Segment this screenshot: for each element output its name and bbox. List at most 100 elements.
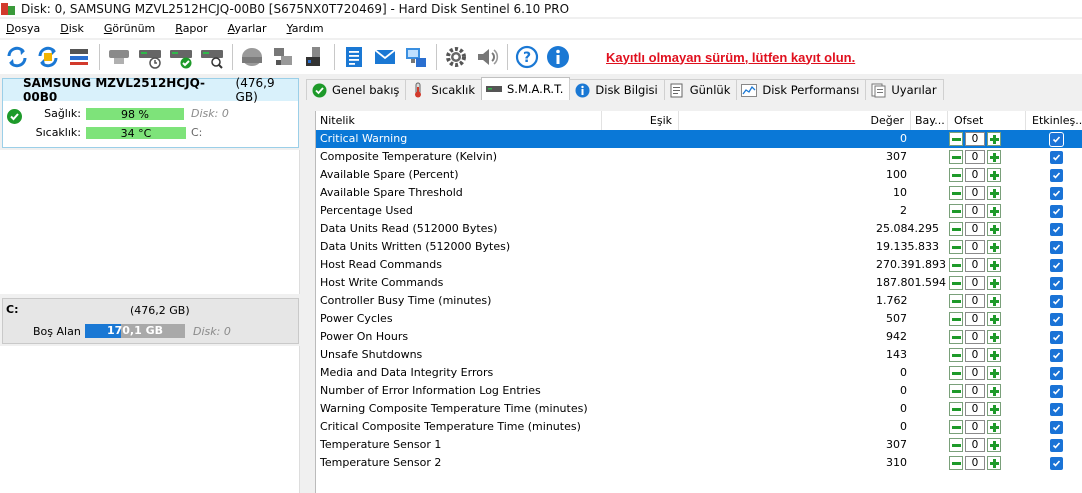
tab-overview[interactable]: Genel bakış <box>306 79 407 100</box>
tab-alerts[interactable]: Uyarılar <box>865 79 944 100</box>
offset-decrease-button[interactable] <box>949 366 963 380</box>
enabled-checkbox[interactable] <box>1050 349 1063 362</box>
disk-search-button[interactable] <box>199 44 225 70</box>
table-row[interactable]: Host Write Commands 187.801.594 0 <box>316 274 1082 292</box>
menu-dosya[interactable]: Dosya <box>6 22 40 35</box>
refresh-all-button[interactable] <box>35 44 61 70</box>
enabled-checkbox[interactable] <box>1050 277 1063 290</box>
table-row[interactable]: Unsafe Shutdowns 143 0 <box>316 346 1082 364</box>
offset-decrease-button[interactable] <box>949 132 963 146</box>
offset-decrease-button[interactable] <box>949 438 963 452</box>
enabled-checkbox[interactable] <box>1050 205 1063 218</box>
offset-decrease-button[interactable] <box>949 240 963 254</box>
offset-decrease-button[interactable] <box>949 276 963 290</box>
offset-decrease-button[interactable] <box>949 420 963 434</box>
offset-increase-button[interactable] <box>987 186 1001 200</box>
offset-decrease-button[interactable] <box>949 222 963 236</box>
offset-increase-button[interactable] <box>987 348 1001 362</box>
offset-decrease-button[interactable] <box>949 150 963 164</box>
settings-button[interactable] <box>443 44 469 70</box>
offset-increase-button[interactable] <box>987 240 1001 254</box>
table-row[interactable]: Temperature Sensor 2 310 0 <box>316 454 1082 472</box>
offset-decrease-button[interactable] <box>949 204 963 218</box>
tab-smart[interactable]: S.M.A.R.T. <box>480 77 571 100</box>
offset-decrease-button[interactable] <box>949 348 963 362</box>
enabled-checkbox[interactable] <box>1050 169 1063 182</box>
offset-decrease-button[interactable] <box>949 312 963 326</box>
disk-card[interactable]: SAMSUNG MZVL2512HCJQ-00B0 (476,9 GB) Sağ… <box>2 76 299 148</box>
table-row[interactable]: Controller Busy Time (minutes) 1.762 0 <box>316 292 1082 310</box>
offset-value[interactable]: 0 <box>965 258 985 272</box>
table-row[interactable]: Host Read Commands 270.391.893 0 <box>316 256 1082 274</box>
offset-value[interactable]: 0 <box>965 150 985 164</box>
offset-increase-button[interactable] <box>987 222 1001 236</box>
sound-button[interactable] <box>474 44 500 70</box>
table-row[interactable]: Data Units Written (512000 Bytes) 19.135.… <box>316 238 1082 256</box>
network-alert-button[interactable] <box>403 44 429 70</box>
refresh-button[interactable] <box>4 44 30 70</box>
table-row[interactable]: Critical Warning 0 0 <box>316 130 1082 148</box>
table-row[interactable]: Warning Composite Temperature Time (minu… <box>316 400 1082 418</box>
offset-decrease-button[interactable] <box>949 456 963 470</box>
enabled-checkbox[interactable] <box>1050 439 1063 452</box>
offset-value[interactable]: 0 <box>965 330 985 344</box>
offset-decrease-button[interactable] <box>949 168 963 182</box>
offset-increase-button[interactable] <box>987 402 1001 416</box>
offset-value[interactable]: 0 <box>965 132 985 146</box>
col-offset-header[interactable]: Ofset <box>948 111 1026 131</box>
table-row[interactable]: Percentage Used 2 0 <box>316 202 1082 220</box>
enabled-checkbox[interactable] <box>1050 295 1063 308</box>
enabled-checkbox[interactable] <box>1050 313 1063 326</box>
usb-button[interactable] <box>301 44 327 70</box>
offset-increase-button[interactable] <box>987 168 1001 182</box>
offset-value[interactable]: 0 <box>965 420 985 434</box>
offset-value[interactable]: 0 <box>965 294 985 308</box>
offset-increase-button[interactable] <box>987 420 1001 434</box>
offset-value[interactable]: 0 <box>965 438 985 452</box>
offset-value[interactable]: 0 <box>965 312 985 326</box>
tab-log[interactable]: Günlük <box>663 79 738 100</box>
enabled-checkbox[interactable] <box>1050 187 1063 200</box>
disk-schedule-button[interactable] <box>137 44 163 70</box>
table-row[interactable]: Critical Composite Temperature Time (min… <box>316 418 1082 436</box>
tab-disk-info[interactable]: Disk Bilgisi <box>569 79 665 100</box>
enabled-checkbox[interactable] <box>1050 457 1063 470</box>
col-value-header[interactable]: Değer <box>679 111 911 131</box>
offset-increase-button[interactable] <box>987 438 1001 452</box>
tab-temperature[interactable]: Sıcaklık <box>405 79 482 100</box>
offset-value[interactable]: 0 <box>965 384 985 398</box>
offset-increase-button[interactable] <box>987 384 1001 398</box>
table-row[interactable]: Power Cycles 507 0 <box>316 310 1082 328</box>
offset-increase-button[interactable] <box>987 276 1001 290</box>
enabled-checkbox[interactable] <box>1050 259 1063 272</box>
col-threshold-header[interactable]: Eşik <box>602 111 679 131</box>
enabled-checkbox[interactable] <box>1050 331 1063 344</box>
enabled-checkbox[interactable] <box>1050 223 1063 236</box>
offset-increase-button[interactable] <box>987 150 1001 164</box>
offset-increase-button[interactable] <box>987 456 1001 470</box>
menu-rapor[interactable]: Rapor <box>175 22 207 35</box>
enabled-checkbox[interactable] <box>1050 385 1063 398</box>
offset-value[interactable]: 0 <box>965 366 985 380</box>
offset-decrease-button[interactable] <box>949 294 963 308</box>
disk-info-button[interactable] <box>106 44 132 70</box>
enabled-checkbox[interactable] <box>1050 241 1063 254</box>
disk-check-button[interactable] <box>168 44 194 70</box>
offset-decrease-button[interactable] <box>949 330 963 344</box>
enabled-checkbox[interactable] <box>1050 133 1063 146</box>
offset-value[interactable]: 0 <box>965 186 985 200</box>
offset-increase-button[interactable] <box>987 366 1001 380</box>
about-button[interactable] <box>545 44 571 70</box>
table-row[interactable]: Media and Data Integrity Errors 0 0 <box>316 364 1082 382</box>
table-row[interactable]: Available Spare Threshold 10 0 <box>316 184 1082 202</box>
offset-increase-button[interactable] <box>987 330 1001 344</box>
tab-performance[interactable]: Disk Performansı <box>736 79 867 100</box>
offset-increase-button[interactable] <box>987 294 1001 308</box>
hdd-button[interactable] <box>239 44 265 70</box>
table-row[interactable]: Temperature Sensor 1 307 0 <box>316 436 1082 454</box>
menu-gorunum[interactable]: Görünüm <box>104 22 155 35</box>
unregistered-version-link[interactable]: Kayıtlı olmayan sürüm, lütfen kayıt olun… <box>606 50 855 65</box>
offset-value[interactable]: 0 <box>965 456 985 470</box>
col-flags-header[interactable]: Bay... <box>911 111 948 131</box>
offset-value[interactable]: 0 <box>965 222 985 236</box>
